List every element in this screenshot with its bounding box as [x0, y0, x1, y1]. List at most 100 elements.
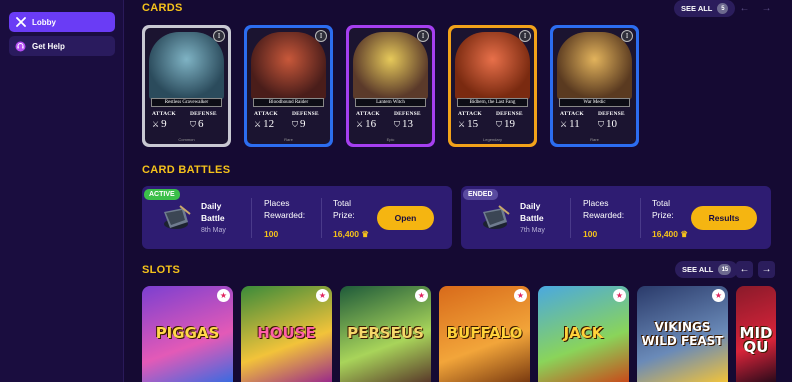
card-artwork [455, 32, 530, 100]
headset-icon [15, 41, 26, 52]
card-rarity: Legendary [483, 137, 502, 142]
prize-value: 16,400 ♛ [333, 229, 369, 240]
slot-game-tile[interactable]: MID QU [736, 286, 776, 382]
divider [640, 198, 641, 238]
card-face: I Bidbern, the Last Fang ATTACK ⚔ 15 DEFENSE ⛉… [451, 28, 534, 144]
attack-value: 11 [569, 118, 580, 130]
places-label: Places Rewarded: [583, 198, 625, 220]
slot-logo: BUFFALO [446, 324, 523, 342]
cards-see-all-button[interactable]: SEE ALL 5 [674, 0, 736, 17]
card-level-badge: I [417, 30, 429, 42]
attack-value: 15 [467, 118, 479, 130]
battle-title: Daily Battle [520, 201, 544, 223]
battle-shield-icon [479, 204, 511, 232]
places-value: 100 [264, 229, 279, 239]
prize-label: Total Prize: [333, 198, 355, 220]
prize-amount: 16,400 [333, 229, 359, 239]
slots-count-badge: 15 [718, 264, 732, 275]
x-icon [15, 17, 26, 28]
slots-prev-arrow[interactable]: ← [736, 261, 753, 278]
swords-icon: ⚔ [152, 120, 160, 129]
slot-game-tile[interactable]: PIGGAS ★ [142, 286, 233, 382]
card-artwork [353, 32, 428, 100]
swords-icon: ⚔ [356, 120, 364, 129]
crown-icon: ♛ [680, 229, 688, 239]
card-defense: DEFENSE ⛉ 6 [190, 111, 217, 130]
card-attack: ATTACK ⚔ 11 [560, 111, 584, 130]
card-name: Restless Gravewalker [151, 98, 222, 107]
cards-count-badge: 5 [717, 3, 729, 14]
status-badge: ENDED [463, 189, 498, 200]
slot-game-tile[interactable]: PERSEUS ★ [340, 286, 431, 382]
card-attack: ATTACK ⚔ 9 [152, 111, 176, 130]
card-name: Bidbern, the Last Fang [457, 98, 528, 107]
cards-next-arrow[interactable]: → [758, 0, 775, 17]
results-button[interactable]: Results [691, 206, 757, 230]
divider [251, 198, 252, 238]
slots-see-all-button[interactable]: SEE ALL 15 [675, 261, 739, 278]
attack-label: ATTACK [254, 111, 278, 117]
slot-logo: JACK [563, 324, 604, 342]
prize-value: 16,400 ♛ [652, 229, 688, 240]
see-all-label: SEE ALL [682, 265, 714, 274]
card-item[interactable]: I Restless Gravewalker ATTACK ⚔ 9 DEFENSE ⛉ 6 Co… [142, 25, 231, 147]
prize-amount: 16,400 [652, 229, 678, 239]
sidebar-item-get-help[interactable]: Get Help [9, 36, 115, 56]
card-artwork [149, 32, 224, 100]
sidebar-item-lobby[interactable]: Lobby [9, 12, 115, 32]
card-level-badge: I [315, 30, 327, 42]
card-face: I Restless Gravewalker ATTACK ⚔ 9 DEFENSE ⛉ 6 Co… [145, 28, 228, 144]
divider [321, 198, 322, 238]
card-rarity: Rare [284, 137, 293, 142]
card-attack: ATTACK ⚔ 12 [254, 111, 278, 130]
places-label: Places Rewarded: [264, 198, 306, 220]
card-face: I Lantern Witch ATTACK ⚔ 16 DEFENSE ⛉ 13 Epic [349, 28, 432, 144]
cards-prev-arrow[interactable]: ← [736, 0, 753, 17]
shield-icon: ⛉ [598, 120, 604, 129]
attack-label: ATTACK [560, 111, 584, 117]
favorite-star-icon[interactable]: ★ [613, 289, 626, 302]
card-rarity: Rare [590, 137, 599, 142]
defense-label: DEFENSE [598, 111, 625, 117]
shield-icon: ⛉ [292, 120, 298, 129]
attack-value: 16 [365, 118, 377, 130]
open-button[interactable]: Open [377, 206, 434, 230]
card-item[interactable]: I Bloodhound Raider ATTACK ⚔ 12 DEFENSE ⛉ 9 Rare [244, 25, 333, 147]
slot-game-tile[interactable]: JACK ★ [538, 286, 629, 382]
crown-icon: ♛ [361, 229, 369, 239]
card-item[interactable]: I Bidbern, the Last Fang ATTACK ⚔ 15 DEFENSE ⛉… [448, 25, 537, 147]
slot-logo: PIGGAS [155, 324, 220, 342]
card-item[interactable]: I Lantern Witch ATTACK ⚔ 16 DEFENSE ⛉ 13 Epic [346, 25, 435, 147]
card-level-badge: I [621, 30, 633, 42]
card-face: I War Medic ATTACK ⚔ 11 DEFENSE ⛉ 10 Rare [553, 28, 636, 144]
card-name: War Medic [559, 98, 630, 107]
slot-game-tile[interactable]: VIKINGS WILD FEAST ★ [637, 286, 728, 382]
swords-icon: ⚔ [560, 120, 568, 129]
slot-logo: MID QU [739, 324, 773, 356]
favorite-star-icon[interactable]: ★ [514, 289, 527, 302]
battle-date: 8th May [201, 227, 226, 234]
defense-value: 13 [402, 118, 413, 130]
slots-section-title: SLOTS [142, 264, 181, 276]
slots-next-arrow[interactable]: → [758, 261, 775, 278]
sidebar-item-label: Lobby [32, 17, 56, 27]
card-defense: DEFENSE ⛉ 9 [292, 111, 319, 130]
divider [570, 198, 571, 238]
favorite-star-icon[interactable]: ★ [415, 289, 428, 302]
favorite-star-icon[interactable]: ★ [217, 289, 230, 302]
favorite-star-icon[interactable]: ★ [316, 289, 329, 302]
slot-game-tile[interactable]: BUFFALO ★ [439, 286, 530, 382]
card-rarity: Epic [386, 137, 395, 142]
defense-label: DEFENSE [496, 111, 523, 117]
card-item[interactable]: I War Medic ATTACK ⚔ 11 DEFENSE ⛉ 10 Rare [550, 25, 639, 147]
slot-game-tile[interactable]: HOUSE ★ [241, 286, 332, 382]
favorite-star-icon[interactable]: ★ [712, 289, 725, 302]
attack-value: 12 [263, 118, 275, 130]
card-level-badge: I [213, 30, 225, 42]
defense-value: 9 [300, 118, 306, 130]
slot-logo: HOUSE [257, 324, 316, 342]
card-artwork [557, 32, 632, 100]
defense-value: 10 [606, 118, 617, 130]
swords-icon: ⚔ [254, 120, 262, 129]
battle-date: 7th May [520, 227, 545, 234]
